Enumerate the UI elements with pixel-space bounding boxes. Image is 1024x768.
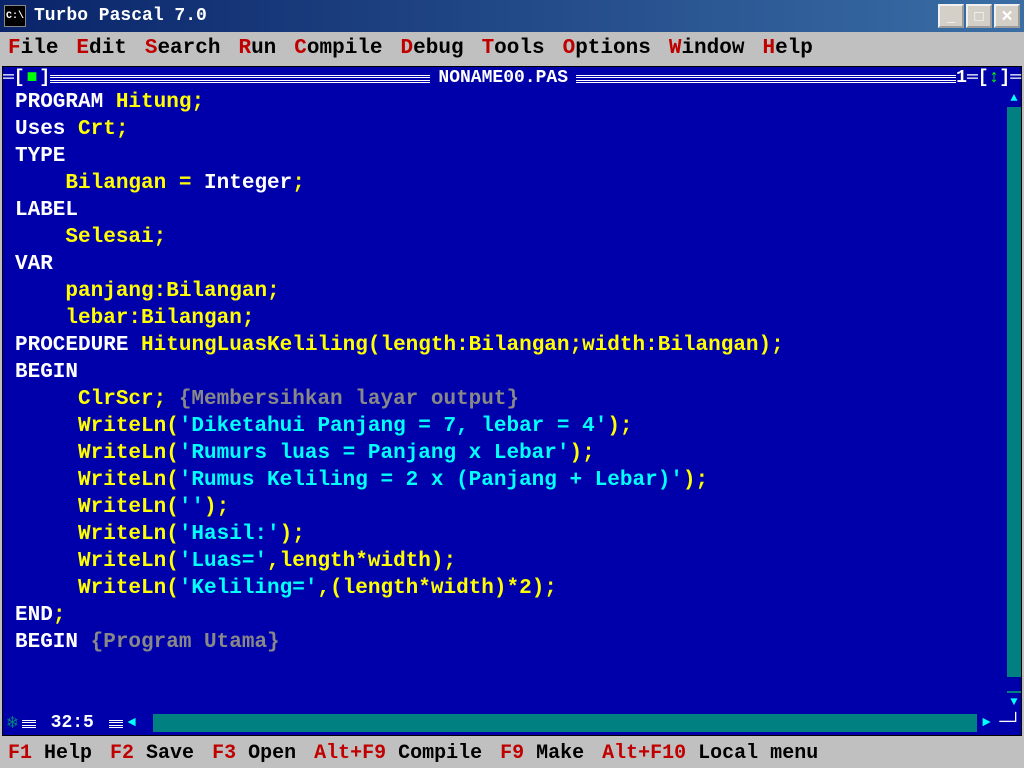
scroll-right-icon[interactable]: ► xyxy=(977,714,995,732)
code-line[interactable]: WriteLn('Rumurs luas = Panjang x Lebar')… xyxy=(15,440,1009,467)
menubar: File Edit Search Run Compile Debug Tools Option… xyxy=(0,32,1024,64)
menu-edit[interactable]: Edit xyxy=(76,37,126,60)
editor-window-number: 1 xyxy=(956,68,967,88)
menu-search[interactable]: Search xyxy=(145,37,221,60)
scrollbar-horizontal[interactable]: ◄ ► xyxy=(123,714,996,732)
code-line[interactable]: Bilangan = Integer; xyxy=(15,170,1009,197)
frame-corner: ─┘ xyxy=(995,713,1021,733)
scrollbar-vertical[interactable]: ▲ ▼ xyxy=(1007,89,1021,711)
maximize-button[interactable]: □ xyxy=(966,4,992,28)
code-line[interactable]: panjang:Bilangan; xyxy=(15,278,1009,305)
scroll-thumb[interactable] xyxy=(1007,677,1021,691)
status-f2[interactable]: F2 Save xyxy=(110,742,194,765)
modified-icon: ❄ xyxy=(3,712,22,734)
code-line[interactable]: PROCEDURE HitungLuasKeliling(length:Bila… xyxy=(15,332,1009,359)
status-altf10[interactable]: Alt+F10 Local menu xyxy=(602,742,818,765)
status-f1[interactable]: F1 Help xyxy=(8,742,92,765)
window-controls: _ □ ✕ xyxy=(938,4,1020,28)
editor-close-icon[interactable]: ■ xyxy=(25,68,40,88)
code-line[interactable]: WriteLn('Diketahui Panjang = 7, lebar = … xyxy=(15,413,1009,440)
frame-line xyxy=(576,75,956,83)
editor-frame: ═[ ■ ] NONAME00.PAS 1 ═[ ↕ ]═ PROGRAM Hi… xyxy=(2,66,1022,736)
menu-help[interactable]: Help xyxy=(762,37,812,60)
menu-compile[interactable]: Compile xyxy=(294,37,382,60)
frame-line xyxy=(109,720,123,728)
editor-body[interactable]: PROGRAM Hitung;Uses Crt;TYPE Bilangan = … xyxy=(15,89,1009,711)
code-line[interactable]: END; xyxy=(15,602,1009,629)
app-window: C:\ Turbo Pascal 7.0 _ □ ✕ File Edit Searc… xyxy=(0,0,1024,768)
titlebar[interactable]: C:\ Turbo Pascal 7.0 _ □ ✕ xyxy=(0,0,1024,32)
code-line[interactable]: TYPE xyxy=(15,143,1009,170)
code-line[interactable]: WriteLn('Luas=',length*width); xyxy=(15,548,1009,575)
code-line[interactable]: VAR xyxy=(15,251,1009,278)
minimize-button[interactable]: _ xyxy=(938,4,964,28)
frame-bracket: ═[ xyxy=(967,68,989,88)
scroll-up-icon[interactable]: ▲ xyxy=(1007,89,1021,107)
scroll-thumb[interactable] xyxy=(141,714,153,732)
code-line[interactable]: WriteLn('Hasil:'); xyxy=(15,521,1009,548)
status-altf9[interactable]: Alt+F9 Compile xyxy=(314,742,482,765)
scroll-down-icon[interactable]: ▼ xyxy=(1007,693,1021,711)
app-icon: C:\ xyxy=(4,5,26,27)
code-line[interactable]: lebar:Bilangan; xyxy=(15,305,1009,332)
editor-frame-bottom: ❄ 32:5 ◄ ► ─┘ xyxy=(3,711,1021,735)
menu-tools[interactable]: Tools xyxy=(482,37,545,60)
frame-bracket: ] xyxy=(39,68,50,88)
app-body: File Edit Search Run Compile Debug Tools Option… xyxy=(0,32,1024,768)
window-title: Turbo Pascal 7.0 xyxy=(34,6,938,26)
code-line[interactable]: Uses Crt; xyxy=(15,116,1009,143)
close-button[interactable]: ✕ xyxy=(994,4,1020,28)
editor-frame-top: ═[ ■ ] NONAME00.PAS 1 ═[ ↕ ]═ xyxy=(3,67,1021,89)
scroll-left-icon[interactable]: ◄ xyxy=(123,714,141,732)
code-line[interactable]: LABEL xyxy=(15,197,1009,224)
code-line[interactable]: PROGRAM Hitung; xyxy=(15,89,1009,116)
code-line[interactable]: BEGIN xyxy=(15,359,1009,386)
statusbar: F1 Help F2 Save F3 Open Alt+F9 Compile F9 Ma… xyxy=(0,738,1024,768)
editor-maximize-icon[interactable]: ↕ xyxy=(989,68,1000,88)
menu-file[interactable]: File xyxy=(8,37,58,60)
cursor-position: 32:5 xyxy=(36,713,109,733)
code-line[interactable]: Selesai; xyxy=(15,224,1009,251)
menu-run[interactable]: Run xyxy=(238,37,276,60)
code-line[interactable]: WriteLn('Rumus Keliling = 2 x (Panjang +… xyxy=(15,467,1009,494)
editor-filename: NONAME00.PAS xyxy=(430,68,576,88)
frame-bracket: ]═ xyxy=(999,68,1021,88)
code-line[interactable]: ClrScr; {Membersihkan layar output} xyxy=(15,386,1009,413)
menu-window[interactable]: Window xyxy=(669,37,745,60)
status-f9[interactable]: F9 Make xyxy=(500,742,584,765)
menu-debug[interactable]: Debug xyxy=(401,37,464,60)
code-line[interactable]: WriteLn(''); xyxy=(15,494,1009,521)
frame-line xyxy=(50,75,430,83)
frame-bracket: ═[ xyxy=(3,68,25,88)
code-line[interactable]: WriteLn('Keliling=',(length*width)*2); xyxy=(15,575,1009,602)
status-f3[interactable]: F3 Open xyxy=(212,742,296,765)
frame-line xyxy=(22,720,36,728)
code-line[interactable]: BEGIN {Program Utama} xyxy=(15,629,1009,656)
menu-options[interactable]: Options xyxy=(563,37,651,60)
